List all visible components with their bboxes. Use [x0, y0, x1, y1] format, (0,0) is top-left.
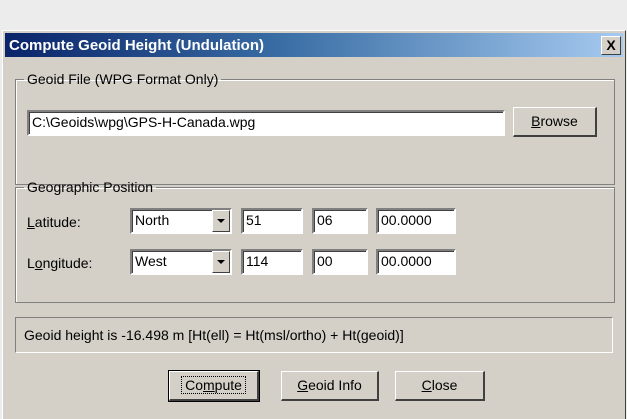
- longitude-minutes-input[interactable]: 00: [312, 249, 368, 275]
- latitude-label: Latitude:: [27, 214, 81, 230]
- close-icon: X: [606, 37, 616, 53]
- compute-focus: Compute: [181, 376, 246, 394]
- longitude-label: Longitude:: [27, 255, 93, 271]
- longitude-degrees-input[interactable]: 114: [241, 249, 303, 275]
- geoid-file-path-input[interactable]: C:\Geoids\wpg\GPS-H-Canada.wpg: [27, 110, 505, 136]
- chevron-down-icon[interactable]: [212, 210, 230, 232]
- geoid-height-result: Geoid height is -16.498 m [Ht(ell) = Ht(…: [15, 317, 613, 353]
- latitude-hemisphere-value: North: [135, 212, 170, 228]
- geographic-position-group: Geographic Position: [15, 179, 615, 303]
- close-window-button[interactable]: X: [601, 36, 621, 55]
- close-button[interactable]: Close: [395, 371, 485, 401]
- geoid-dialog: Compute Geoid Height (Undulation) X Geoi…: [2, 30, 626, 419]
- latitude-seconds-input[interactable]: 00.0000: [376, 208, 456, 234]
- chevron-down-icon[interactable]: [212, 251, 230, 273]
- geographic-position-legend: Geographic Position: [27, 179, 154, 195]
- window-title: Compute Geoid Height (Undulation): [9, 36, 264, 54]
- compute-button[interactable]: Compute: [168, 370, 260, 402]
- title-bar[interactable]: Compute Geoid Height (Undulation) X: [5, 33, 623, 57]
- latitude-degrees-input[interactable]: 51: [241, 208, 303, 234]
- latitude-hemisphere-select[interactable]: North: [130, 208, 232, 234]
- longitude-hemisphere-value: West: [135, 253, 167, 269]
- latitude-minutes-input[interactable]: 06: [312, 208, 368, 234]
- browse-button[interactable]: Browse: [513, 107, 597, 137]
- result-text: Geoid height is -16.498 m [Ht(ell) = Ht(…: [24, 327, 404, 343]
- geoid-info-button[interactable]: Geoid Info: [281, 371, 379, 401]
- geoid-file-path-value: C:\Geoids\wpg\GPS-H-Canada.wpg: [32, 114, 256, 130]
- longitude-seconds-input[interactable]: 00.0000: [376, 249, 456, 275]
- geoid-file-legend: Geoid File (WPG Format Only): [27, 71, 219, 87]
- longitude-hemisphere-select[interactable]: West: [130, 249, 232, 275]
